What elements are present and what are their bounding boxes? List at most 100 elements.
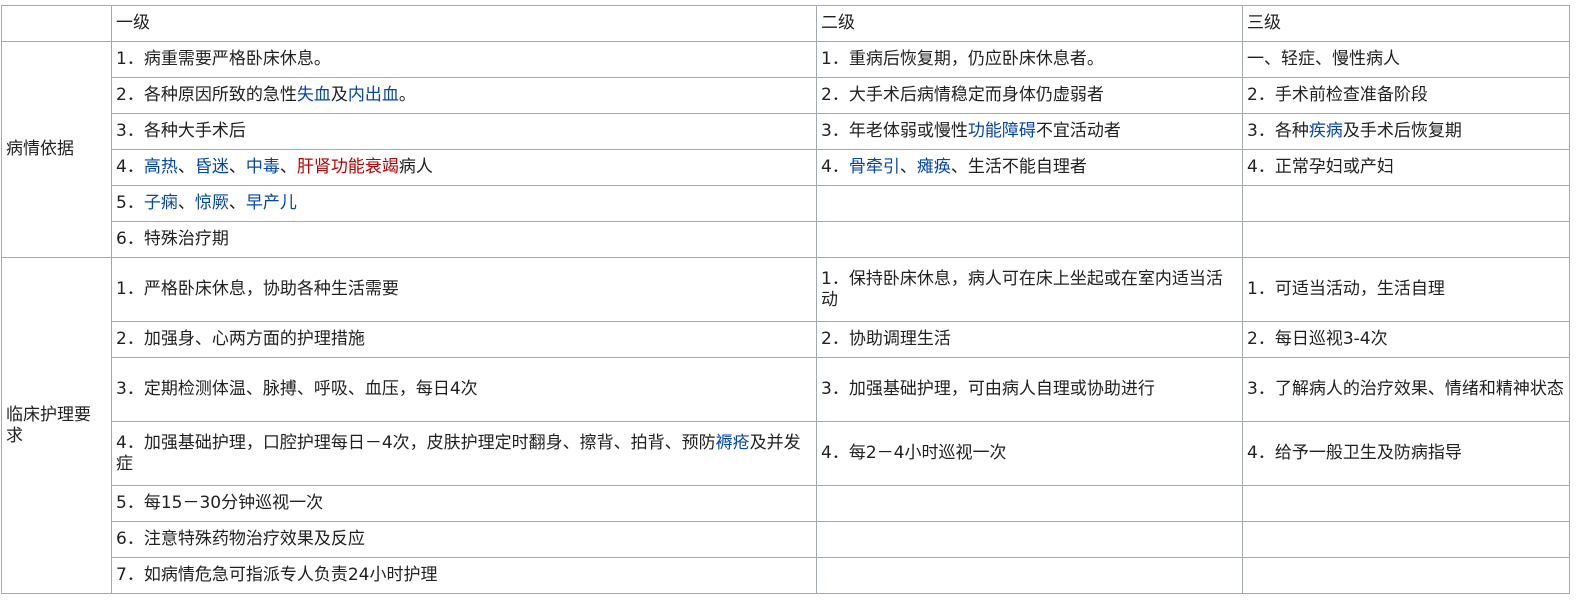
cell-level-3 [1242,185,1570,222]
cell-text: 4．加强基础护理，口腔护理每日－4次，皮肤护理定时翻身、擦背、拍背、预防 [116,432,716,453]
cell-text: 4．每2－4小时巡视一次 [821,443,1007,463]
cell-text: 3．各种大手术后 [116,121,246,141]
cell-level-2: 1．保持卧床休息，病人可在床上坐起或在室内适当活动 [816,257,1243,322]
cell-text: 1．病重需要严格卧床休息。 [116,49,331,69]
cell-text: 、 [279,157,297,177]
cell-text: 3．年老体弱或慢性 [821,121,968,141]
cell-level-1: 3．各种大手术后 [111,113,817,150]
cell-level-3: 3．了解病人的治疗效果、情绪和精神状态 [1242,357,1570,422]
cell-text: 5．每15－30分钟巡视一次 [116,493,324,513]
cell-level-2: 4．每2－4小时巡视一次 [816,421,1243,486]
cell-text: 不宜活动者 [1035,121,1121,141]
cell-text: 2．大手术后病情稳定而身体仍虚弱者 [821,85,1104,105]
term-link[interactable]: 内出血 [348,85,399,105]
cell-level-3: 一、轻症、慢性病人 [1242,41,1570,78]
cell-level-3: 1．可适当活动，生活自理 [1242,257,1570,322]
term-link[interactable]: 肝肾功能衰竭 [297,157,399,177]
cell-text: 1．可适当活动，生活自理 [1247,279,1445,299]
table-row: 7．如病情危急可指派专人负责24小时护理 [2,557,1570,594]
table-row: 3．各种大手术后 3．年老体弱或慢性功能障碍不宜活动者 3．各种疾病及手术后恢复… [2,113,1570,150]
cell-text: 病人 [398,157,433,177]
cell-text: 2．手术前检查准备阶段 [1247,85,1428,105]
cell-level-2 [816,485,1243,522]
table-row: 6．特殊治疗期 [2,221,1570,258]
header-row: 一级 二级 三级 [1,5,1570,42]
cell-text: 2．每日巡视3-4次 [1247,329,1388,349]
table-row: 2．各种原因所致的急性失血及内出血。 2．大手术后病情稳定而身体仍虚弱者 2．手… [2,77,1570,114]
section-label-care: 临床护理要求 [1,257,112,594]
cell-text: 、 [177,193,195,213]
cell-level-1: 5．子痫、惊厥、早产儿 [111,185,817,222]
cell-level-3 [1242,521,1570,558]
term-link[interactable]: 疾病 [1309,121,1343,141]
nursing-level-table: 一级 二级 三级 病情依据 1．病重需要严格卧床休息。 1．重病后恢复期，仍应卧… [1,5,1570,594]
cell-text: 2．协助调理生活 [821,329,951,349]
cell-text: 1．重病后恢复期，仍应卧床休息者。 [821,49,1104,69]
cell-level-3 [1242,557,1570,594]
header-corner-cell [1,5,112,42]
table-row: 病情依据 1．病重需要严格卧床休息。 1．重病后恢复期，仍应卧床休息者。 一、轻… [1,41,1570,258]
cell-level-3: 4．正常孕妇或产妇 [1242,149,1570,186]
cell-level-3: 3．各种疾病及手术后恢复期 [1242,113,1570,150]
cell-level-1: 1．严格卧床休息，协助各种生活需要 [111,257,817,322]
cell-level-3 [1242,485,1570,522]
cell-text: 7．如病情危急可指派专人负责24小时护理 [116,565,438,585]
cell-text: 及手术后恢复期 [1342,121,1462,141]
cell-level-1: 1．病重需要严格卧床休息。 [111,41,817,78]
cell-text: 。 [398,85,416,105]
cell-text: 、生活不能自理者 [950,157,1087,177]
cell-text: 、 [228,157,246,177]
cell-text: 2．加强身、心两方面的护理措施 [116,329,365,349]
cell-level-3 [1242,221,1570,258]
term-link[interactable]: 功能障碍 [968,121,1036,141]
term-link[interactable]: 失血 [297,85,331,105]
cell-level-1: 4．高热、昏迷、中毒、肝肾功能衰竭病人 [111,149,817,186]
cell-text: 4． [821,157,849,177]
cell-text: 4．正常孕妇或产妇 [1247,157,1394,177]
term-link[interactable]: 惊厥 [195,193,229,213]
term-link[interactable]: 骨牵引 [849,157,900,177]
cell-text: 、 [899,157,917,177]
term-link[interactable]: 中毒 [246,157,280,177]
cell-text: 及 [330,85,348,105]
term-link[interactable]: 昏迷 [195,157,229,177]
term-link[interactable]: 子痫 [144,193,178,213]
cell-level-3: 4．给予一般卫生及防病指导 [1242,421,1570,486]
cell-level-1: 4．加强基础护理，口腔护理每日－4次，皮肤护理定时翻身、擦背、拍背、预防褥疮及并… [111,421,817,486]
cell-text: 3．加强基础护理，可由病人自理或协助进行 [821,379,1155,399]
cell-text: 6．特殊治疗期 [116,229,229,249]
cell-level-2: 2．大手术后病情稳定而身体仍虚弱者 [816,77,1243,114]
cell-level-2: 3．年老体弱或慢性功能障碍不宜活动者 [816,113,1243,150]
cell-text: 1．严格卧床休息，协助各种生活需要 [116,279,399,299]
cell-level-1: 6．注意特殊药物治疗效果及反应 [111,521,817,558]
term-link[interactable]: 早产儿 [246,193,297,213]
cell-text: 3．定期检测体温、脉搏、呼吸、血压，每日4次 [116,379,478,399]
cell-level-2 [816,221,1243,258]
cell-text: 2．各种原因所致的急性 [116,85,297,105]
cell-text: 一、轻症、慢性病人 [1247,49,1400,69]
cell-text: 、 [177,157,195,177]
table-row: 5．子痫、惊厥、早产儿 [2,185,1570,222]
term-link[interactable]: 高热 [144,157,178,177]
cell-level-1: 2．各种原因所致的急性失血及内出血。 [111,77,817,114]
cell-level-1: 6．特殊治疗期 [111,221,817,258]
cell-text: 6．注意特殊药物治疗效果及反应 [116,529,365,549]
cell-text: 3．各种 [1247,121,1309,141]
cell-level-1: 5．每15－30分钟巡视一次 [111,485,817,522]
term-link[interactable]: 瘫痪 [917,157,951,177]
cell-level-1: 7．如病情危急可指派专人负责24小时护理 [111,557,817,594]
table-row: 3．定期检测体温、脉搏、呼吸、血压，每日4次 3．加强基础护理，可由病人自理或协… [2,357,1570,422]
cell-level-2: 4．骨牵引、瘫痪、生活不能自理者 [816,149,1243,186]
cell-text: 、 [228,193,246,213]
cell-level-1: 3．定期检测体温、脉搏、呼吸、血压，每日4次 [111,357,817,422]
cell-level-3: 2．每日巡视3-4次 [1242,321,1570,358]
cell-level-2 [816,521,1243,558]
table-row: 临床护理要求 1．严格卧床休息，协助各种生活需要 1．保持卧床休息，病人可在床上… [1,257,1570,594]
table-row: 4．高热、昏迷、中毒、肝肾功能衰竭病人 4．骨牵引、瘫痪、生活不能自理者 4．正… [2,149,1570,186]
cell-level-2: 1．重病后恢复期，仍应卧床休息者。 [816,41,1243,78]
cell-text: 4．给予一般卫生及防病指导 [1247,443,1462,463]
term-link[interactable]: 褥疮 [716,433,750,453]
table-row: 6．注意特殊药物治疗效果及反应 [2,521,1570,558]
cell-level-2 [816,185,1243,222]
header-level-2: 二级 [816,5,1243,42]
